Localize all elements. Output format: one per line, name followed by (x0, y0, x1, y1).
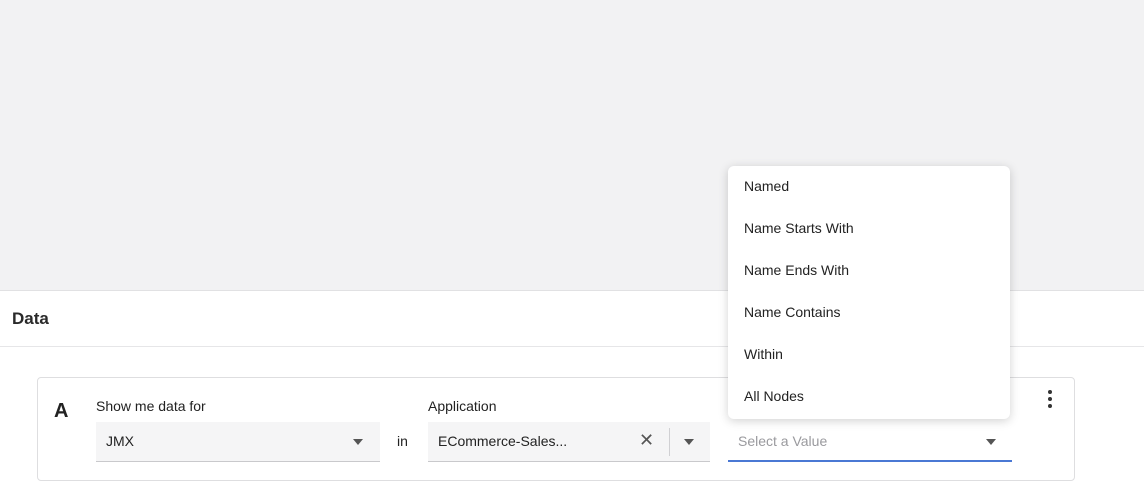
menu-item-name-contains[interactable]: Name Contains (728, 298, 1010, 340)
clear-icon[interactable]: ✕ (639, 430, 654, 450)
filter-value-select[interactable]: Select a Value (728, 422, 1012, 462)
menu-item-within[interactable]: Within (728, 340, 1010, 382)
filter-placeholder: Select a Value (738, 433, 828, 449)
menu-item-named[interactable]: Named (728, 172, 1010, 214)
data-type-select[interactable]: JMX (96, 422, 380, 462)
show-me-data-label: Show me data for (96, 398, 206, 414)
application-label: Application (428, 398, 497, 414)
select-divider (669, 428, 670, 456)
chevron-down-icon[interactable] (986, 439, 996, 445)
chevron-down-icon[interactable] (353, 439, 363, 445)
menu-item-name-ends-with[interactable]: Name Ends With (728, 256, 1010, 298)
application-value: ECommerce-Sales... (438, 433, 568, 449)
menu-item-name-starts-with[interactable]: Name Starts With (728, 214, 1010, 256)
in-label: in (397, 433, 408, 449)
application-select[interactable]: ECommerce-Sales... ✕ (428, 422, 710, 462)
menu-item-all-nodes[interactable]: All Nodes (728, 382, 1010, 424)
chevron-down-icon[interactable] (684, 439, 694, 445)
data-type-value: JMX (106, 433, 134, 449)
query-letter: A (54, 400, 69, 422)
filter-dropdown-menu: Named Name Starts With Name Ends With Na… (728, 166, 1010, 419)
more-options-icon[interactable] (1045, 390, 1055, 418)
